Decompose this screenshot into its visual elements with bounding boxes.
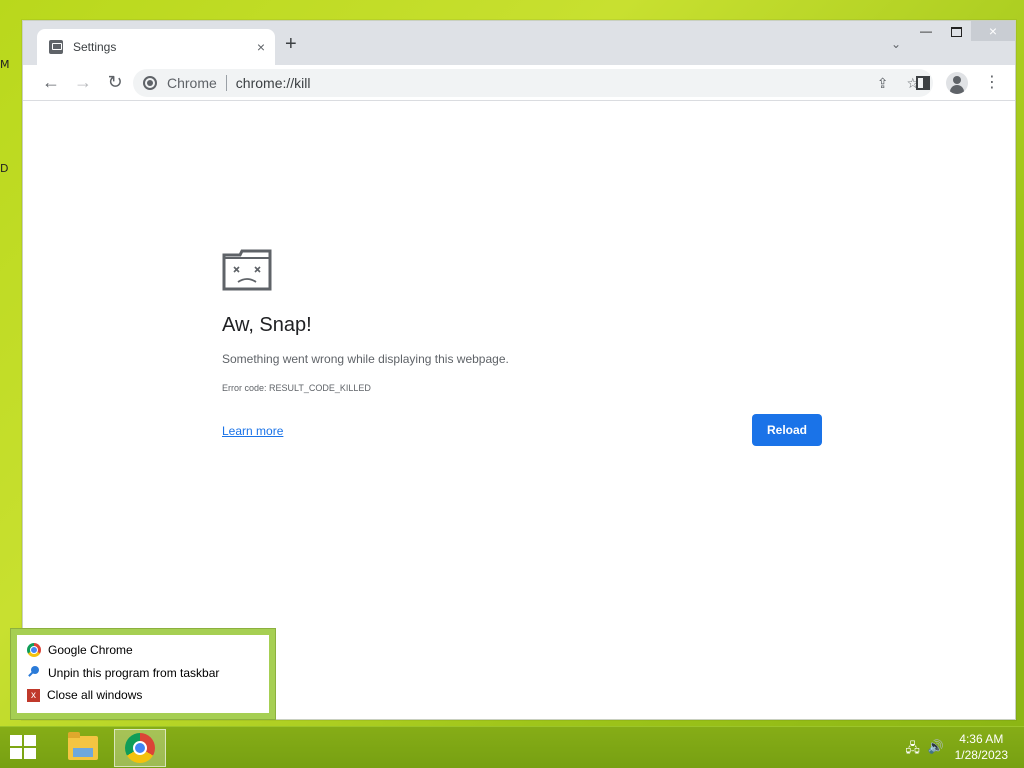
side-panel-icon (916, 76, 930, 90)
reload-icon[interactable]: ↻ (99, 67, 131, 99)
address-bar[interactable]: Chrome chrome://kill ⇪ ☆ (133, 69, 933, 97)
learn-more-link[interactable]: Learn more (222, 424, 283, 438)
tab-search-icon[interactable]: ⌄ (891, 37, 901, 51)
chrome-window: Settings × + ⌄ — × ← → ↻ Chrome chrome:/… (22, 20, 1016, 720)
settings-favicon-icon (49, 40, 63, 54)
jump-list-item-google-chrome[interactable]: Google Chrome (27, 639, 269, 662)
error-title: Aw, Snap! (222, 314, 312, 336)
tab-close-icon[interactable]: × (257, 39, 265, 55)
profile-avatar-icon (946, 72, 968, 94)
side-panel-button[interactable] (909, 69, 937, 97)
url-text[interactable]: chrome://kill (236, 75, 877, 91)
maximize-button[interactable] (941, 21, 971, 41)
browser-toolbar: ← → ↻ Chrome chrome://kill ⇪ ☆ ⋮ (23, 65, 1015, 101)
tab-title: Settings (73, 40, 117, 54)
jump-list-item-close-all[interactable]: x Close all windows (27, 684, 269, 707)
reload-button[interactable]: Reload (752, 414, 822, 446)
toolbar-right: ⋮ (909, 69, 1005, 97)
omnibox-separator (225, 75, 227, 91)
desktop-icon-label: M (0, 58, 10, 71)
taskbar-file-explorer[interactable] (57, 729, 109, 767)
back-button[interactable]: ← (35, 67, 67, 99)
minimize-button[interactable]: — (911, 21, 941, 41)
desktop-icon-label: D (0, 162, 9, 175)
chrome-page-icon (143, 76, 157, 90)
taskbar-chrome[interactable] (114, 729, 166, 767)
start-windows-icon[interactable] (10, 735, 38, 761)
new-tab-button[interactable]: + (285, 34, 297, 54)
unpin-icon (27, 665, 41, 680)
jump-list-panel: Google Chrome Unpin this program from ta… (17, 635, 269, 713)
menu-kebab-icon[interactable]: ⋮ (977, 69, 1005, 97)
system-tray: 🖧 🔊 (905, 739, 944, 761)
window-controls: — × (911, 21, 1015, 41)
taskbar-jump-list: Google Chrome Unpin this program from ta… (10, 628, 276, 720)
close-window-button[interactable]: × (971, 21, 1015, 41)
omnibox-chip: Chrome (167, 75, 217, 91)
clock-time: 4:36 AM (959, 732, 1004, 746)
error-code: Error code: RESULT_CODE_KILLED (222, 383, 371, 393)
network-icon[interactable]: 🖧 (905, 739, 920, 761)
jump-list-item-unpin[interactable]: Unpin this program from taskbar (27, 662, 269, 685)
title-bar: Settings × + ⌄ — × (23, 21, 1015, 65)
taskbar-clock[interactable]: 4:36 AM 1/28/2023 (955, 731, 1008, 763)
chrome-icon (27, 643, 41, 658)
sad-tab-icon (222, 249, 272, 291)
jump-list-item-label: Google Chrome (48, 643, 133, 658)
jump-list-item-label: Close all windows (47, 688, 143, 703)
jump-list-item-label: Unpin this program from taskbar (48, 665, 220, 680)
volume-icon[interactable]: 🔊 (928, 739, 944, 761)
profile-button[interactable] (943, 69, 971, 97)
taskbar: 🖧 🔊 4:36 AM 1/28/2023 (0, 726, 1024, 768)
error-message: Something went wrong while displaying th… (222, 352, 509, 366)
close-all-icon: x (27, 688, 40, 702)
clock-date: 1/28/2023 (954, 748, 1008, 762)
tab-settings[interactable]: Settings × (37, 29, 275, 65)
folder-icon (68, 732, 98, 760)
page-content: Aw, Snap! Something went wrong while dis… (23, 101, 1015, 719)
share-icon[interactable]: ⇪ (877, 75, 889, 92)
forward-button[interactable]: → (67, 67, 99, 99)
chrome-icon (125, 733, 155, 763)
